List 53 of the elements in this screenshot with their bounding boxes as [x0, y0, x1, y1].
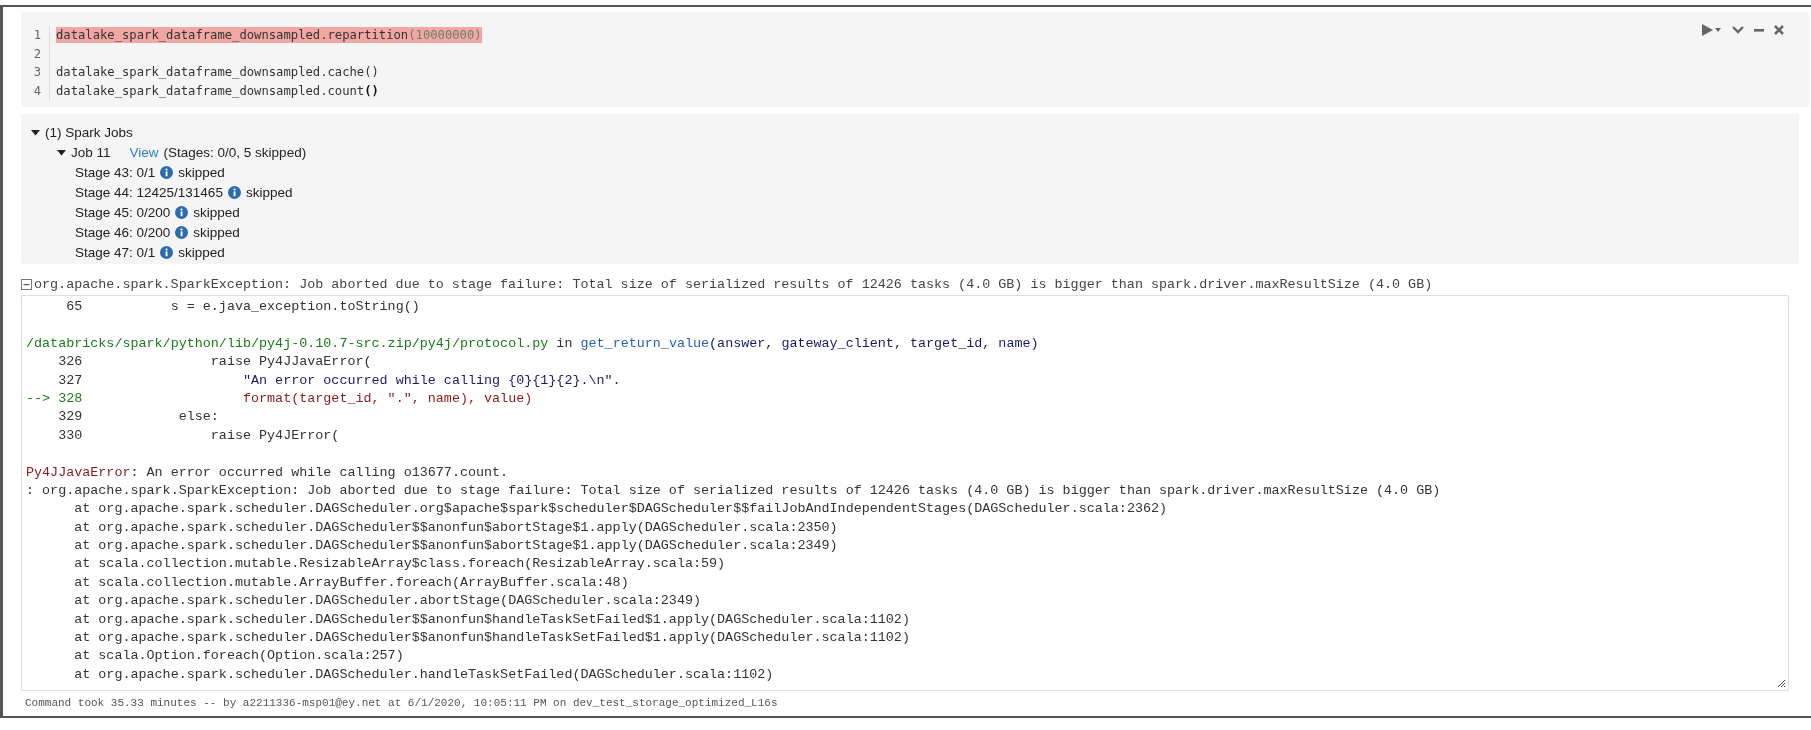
traceback-line: at scala.collection.mutable.ResizableArray$class.foreach(ResizableArray.scala:59)	[73, 555, 726, 574]
traceback-line: at org.apache.spark.scheduler.DAGScheduler.abortStage(DAGScheduler.scala:2349)	[73, 592, 701, 611]
traceback-line: 65 s = e.java_exception.toString()	[65, 298, 420, 316]
resize-handle-icon[interactable]	[1777, 679, 1786, 688]
stage-label: Stage 47: 0/1	[75, 244, 156, 260]
line-number: 1	[21, 26, 50, 45]
stage-label: Stage 43: 0/1	[75, 164, 156, 180]
stage-label: Stage 46: 0/200	[75, 224, 171, 240]
caret-icon[interactable]	[57, 147, 66, 157]
traceback-line: : org.apache.spark.SparkException: Job aborted due to stage failure: Total size of serialized results of 12426 tasks (4.0 GB) is bigger than spark.driver.maxResultSize (4.0 GB)	[26, 481, 1441, 500]
stage-label: Stage 45: 0/200	[75, 204, 171, 220]
traceback-line: at org.apache.spark.scheduler.DAGScheduler$$anonfun$handleTaskSetFailed$1.apply(DAGScheduler.scala:1102)	[73, 629, 910, 648]
stage-status: skipped	[178, 164, 225, 180]
info-icon[interactable]	[175, 225, 189, 239]
traceback-line: at org.apache.spark.scheduler.DAGScheduler$$anonfun$handleTaskSetFailed$1.apply(DAGScheduler.scala:1102)	[73, 610, 910, 629]
info-icon[interactable]	[160, 165, 174, 179]
stage-status: skipped	[193, 204, 240, 220]
line-number: 4	[21, 81, 50, 100]
job-summary: (Stages: 0/0, 5 skipped)	[163, 144, 307, 160]
traceback-line: at scala.Option.foreach(Option.scala:257)	[73, 647, 404, 666]
run-icon[interactable]	[1701, 23, 1723, 37]
job-label[interactable]: Job 11	[71, 144, 111, 160]
code-line: datalake_spark_dataframe_downsampled.count()	[56, 82, 379, 99]
traceback-line: at scala.collection.mutable.ArrayBuffer.foreach(ArrayBuffer.scala:48)	[73, 573, 629, 592]
traceback-line: 330 raise Py4JError(	[57, 426, 340, 445]
traceback-line: at org.apache.spark.scheduler.DAGScheduler$$anonfun$abortStage$1.apply(DAGScheduler.scala:2349)	[73, 537, 838, 556]
stage-status: skipped	[245, 184, 293, 200]
traceback-line: at org.apache.spark.scheduler.DAGScheduler.handleTaskSetFailed(DAGScheduler.scala:1102)	[73, 665, 774, 684]
code-line: datalake_spark_dataframe_downsampled.cache()	[56, 64, 379, 81]
stage-label: Stage 44: 12425/131465	[75, 184, 223, 200]
spark-jobs-title[interactable]: (1) Spark Jobs	[45, 124, 133, 140]
code-editor[interactable]: 1 datalake_spark_dataframe_downsampled.repartition(10000000) 2 3 datalake_spark_dataframe_downsampled.cache() 4 datalake_spark_dataframe_downsampled.count()	[21, 12, 1809, 107]
view-link[interactable]: View	[129, 144, 159, 160]
info-icon[interactable]	[227, 185, 241, 199]
info-icon[interactable]	[175, 205, 189, 219]
traceback-line: at org.apache.spark.scheduler.DAGScheduler.org$apache$spark$scheduler$DAGScheduler$$failJobAndIndependentStages(DAGScheduler.scala:2362)	[73, 500, 1168, 519]
traceback-line: 329 else:	[57, 408, 219, 427]
close-icon[interactable]	[1773, 23, 1785, 37]
traceback-line: 327 "An error occurred while calling {0}{1}{2}.\n".	[57, 371, 621, 390]
command-status: Command took 35.33 minutes -- by a2211336-msp01@ey.net at 6/1/2020, 10:05:11 PM on dev_test_storage_optimized_L16s	[24, 697, 779, 709]
stage-status: skipped	[193, 224, 240, 240]
traceback-line: 326 raise Py4JJavaError(	[57, 353, 372, 372]
traceback-line: --> 328 format(target_id, ".", name), value)	[26, 389, 533, 408]
traceback-line: at org.apache.spark.scheduler.DAGScheduler$$anonfun$abortStage$1.apply(DAGScheduler.scala:2350)	[73, 518, 838, 537]
info-icon[interactable]	[160, 245, 174, 259]
line-number: 3	[21, 63, 50, 82]
stage-status: skipped	[178, 244, 225, 260]
line-number: 2	[21, 44, 50, 63]
error-summary: org.apache.spark.SparkException: Job aborted due to stage failure: Total size of serialized results of 12426 tasks (4.0 GB) is bigger than spark.driver.maxResultSize (4.0 GB)	[34, 277, 1433, 292]
traceback-line: Py4JJavaError: An error occurred while calling o13677.count.	[26, 463, 509, 482]
caret-icon[interactable]	[31, 127, 40, 137]
traceback-line: /databricks/spark/python/lib/py4j-0.10.7-src.zip/py4j/protocol.py in get_return_value(answer, gateway_client, target_id, name)	[26, 334, 1039, 353]
collapse-icon[interactable]	[21, 279, 32, 290]
